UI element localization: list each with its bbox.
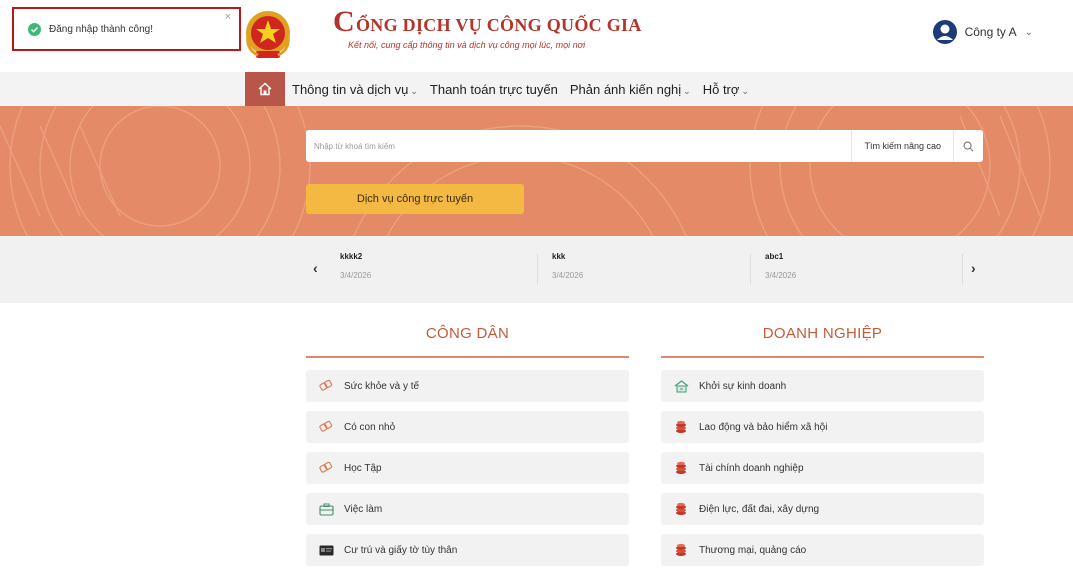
citizen-item-jobs[interactable]: Việc làm: [306, 493, 629, 525]
list-item-label: Học Tập: [344, 462, 382, 474]
search-button[interactable]: [953, 130, 983, 162]
list-item-label: Có con nhỏ: [344, 421, 396, 433]
citizen-item-health[interactable]: Sức khỏe và y tế: [306, 370, 629, 402]
site-title-text: ỔNG DỊCH VỤ CÔNG QUỐC GIA: [355, 15, 642, 35]
list-item-label: Điện lực, đất đai, xây dựng: [699, 503, 820, 515]
news-title: kkkk2: [340, 252, 363, 261]
study-icon: [318, 461, 334, 475]
news-title: abc1: [765, 252, 784, 261]
news-title: kkk: [552, 252, 566, 261]
list-item-label: Lao động và bảo hiểm xã hội: [699, 421, 828, 433]
user-menu[interactable]: Công ty A ⌄: [932, 20, 1033, 44]
main-nav: Thông tin và dịch vụ ⌄ Thanh toán trực tu…: [0, 72, 1073, 106]
home-button[interactable]: [245, 72, 285, 106]
business-item-corporate-finance[interactable]: Tài chính doanh nghiệp: [661, 452, 984, 484]
business-title: DOANH NGHIỆP: [762, 325, 883, 342]
nav-item-feedback[interactable]: Phản ánh kiến nghị ⌄: [570, 82, 691, 97]
news-item[interactable]: kkk 3/4/2026: [552, 252, 583, 280]
site-subtitle: Kết nối, cung cấp thông tin và dịch vụ c…: [348, 40, 586, 50]
check-circle-icon: [28, 22, 41, 36]
brand[interactable]: C ỔNG DỊCH VỤ CÔNG QUỐC GIA Kết nối, cun…: [333, 5, 642, 51]
citizen-item-children[interactable]: Có con nhỏ: [306, 411, 629, 443]
citizen-section: CÔNG DÂN Sức khỏe và y tế Có con nhỏ Học…: [306, 325, 629, 571]
user-name: Công ty A: [964, 25, 1017, 39]
list-item-label: Cư trú và giấy tờ tùy thân: [344, 544, 458, 556]
news-date: 3/4/2026: [340, 271, 372, 280]
chevron-down-icon: ⌄: [410, 85, 418, 96]
list-item-label: Thương mại, quảng cáo: [699, 544, 807, 556]
divider: [750, 254, 751, 284]
chevron-down-icon: ⌄: [683, 85, 691, 96]
divider: [962, 254, 963, 284]
hero-banner: Tìm kiếm nâng cao Dịch vụ công trực tuyế…: [0, 106, 1073, 236]
id-card-icon: [318, 543, 334, 557]
search-bar: Tìm kiếm nâng cao: [306, 130, 983, 162]
divider: [661, 356, 984, 358]
business-section: DOANH NGHIỆP Khởi sự kinh doanh Lao động…: [661, 325, 984, 571]
search-input[interactable]: [306, 130, 852, 162]
business-item-trade-advertising[interactable]: Thương mại, quảng cáo: [661, 534, 984, 566]
chevron-left-icon[interactable]: ‹: [313, 260, 318, 276]
coins-icon: [673, 461, 689, 475]
business-item-labor-insurance[interactable]: Lao động và bảo hiểm xã hội: [661, 411, 984, 443]
news-date: 3/4/2026: [552, 271, 584, 280]
chevron-right-icon[interactable]: ›: [971, 260, 976, 276]
login-success-toast: Đăng nhập thành công! ×: [12, 7, 241, 51]
news-item[interactable]: abc1 3/4/2026: [765, 252, 796, 280]
home-icon: [258, 82, 272, 96]
bronze-drum-pattern: [0, 106, 1051, 236]
startup-icon: [673, 379, 689, 393]
list-item-label: Sức khỏe và y tế: [344, 380, 420, 392]
nav-item-online-payment[interactable]: Thanh toán trực tuyến: [430, 82, 558, 97]
nav-item-information-services[interactable]: Thông tin và dịch vụ ⌄: [292, 82, 418, 97]
search-icon: [963, 141, 974, 151]
child-icon: [318, 420, 334, 434]
business-item-power-land-construction[interactable]: Điện lực, đất đai, xây dựng: [661, 493, 984, 525]
chevron-down-icon: ⌄: [1024, 26, 1033, 38]
user-avatar-icon: [932, 20, 957, 44]
nav-item-label: Thanh toán trực tuyến: [429, 81, 558, 97]
citizen-item-residence-id[interactable]: Cư trú và giấy tờ tùy thân: [306, 534, 629, 566]
nav-item-label: Hỗ trợ: [702, 81, 740, 97]
online-services-button[interactable]: Dịch vụ công trực tuyến: [306, 184, 524, 214]
chevron-down-icon: ⌄: [741, 85, 749, 96]
nav-item-label: Phản ánh kiến nghị: [569, 81, 682, 97]
site-title-initial: C: [333, 5, 355, 38]
coins-icon: [673, 543, 689, 557]
news-item[interactable]: kkkk2 3/4/2026: [340, 252, 371, 280]
citizen-item-study[interactable]: Học Tập: [306, 452, 629, 484]
divider: [306, 356, 629, 358]
advanced-search-button[interactable]: Tìm kiếm nâng cao: [851, 130, 953, 162]
coins-icon: [673, 502, 689, 516]
news-carousel: ‹ kkkk2 3/4/2026 kkk 3/4/2026 abc1 3/4/2…: [0, 236, 1073, 303]
nav-item-label: Thông tin và dịch vụ: [292, 81, 409, 97]
list-item-label: Việc làm: [344, 503, 383, 515]
health-icon: [318, 379, 334, 393]
toast-message: Đăng nhập thành công!: [49, 23, 153, 35]
list-item-label: Tài chính doanh nghiệp: [699, 462, 804, 474]
briefcase-icon: [318, 502, 334, 516]
site-title: C ỔNG DỊCH VỤ CÔNG QUỐC GIA: [333, 5, 642, 38]
divider: [537, 254, 538, 284]
nav-item-support[interactable]: Hỗ trợ ⌄: [703, 82, 749, 97]
list-item-label: Khởi sự kinh doanh: [699, 380, 787, 392]
citizen-title: CÔNG DÂN: [425, 325, 510, 342]
business-item-startup[interactable]: Khởi sự kinh doanh: [661, 370, 984, 402]
coins-icon: [673, 420, 689, 434]
close-icon[interactable]: ×: [225, 11, 231, 23]
national-emblem-logo: [246, 11, 290, 58]
news-date: 3/4/2026: [765, 271, 797, 280]
